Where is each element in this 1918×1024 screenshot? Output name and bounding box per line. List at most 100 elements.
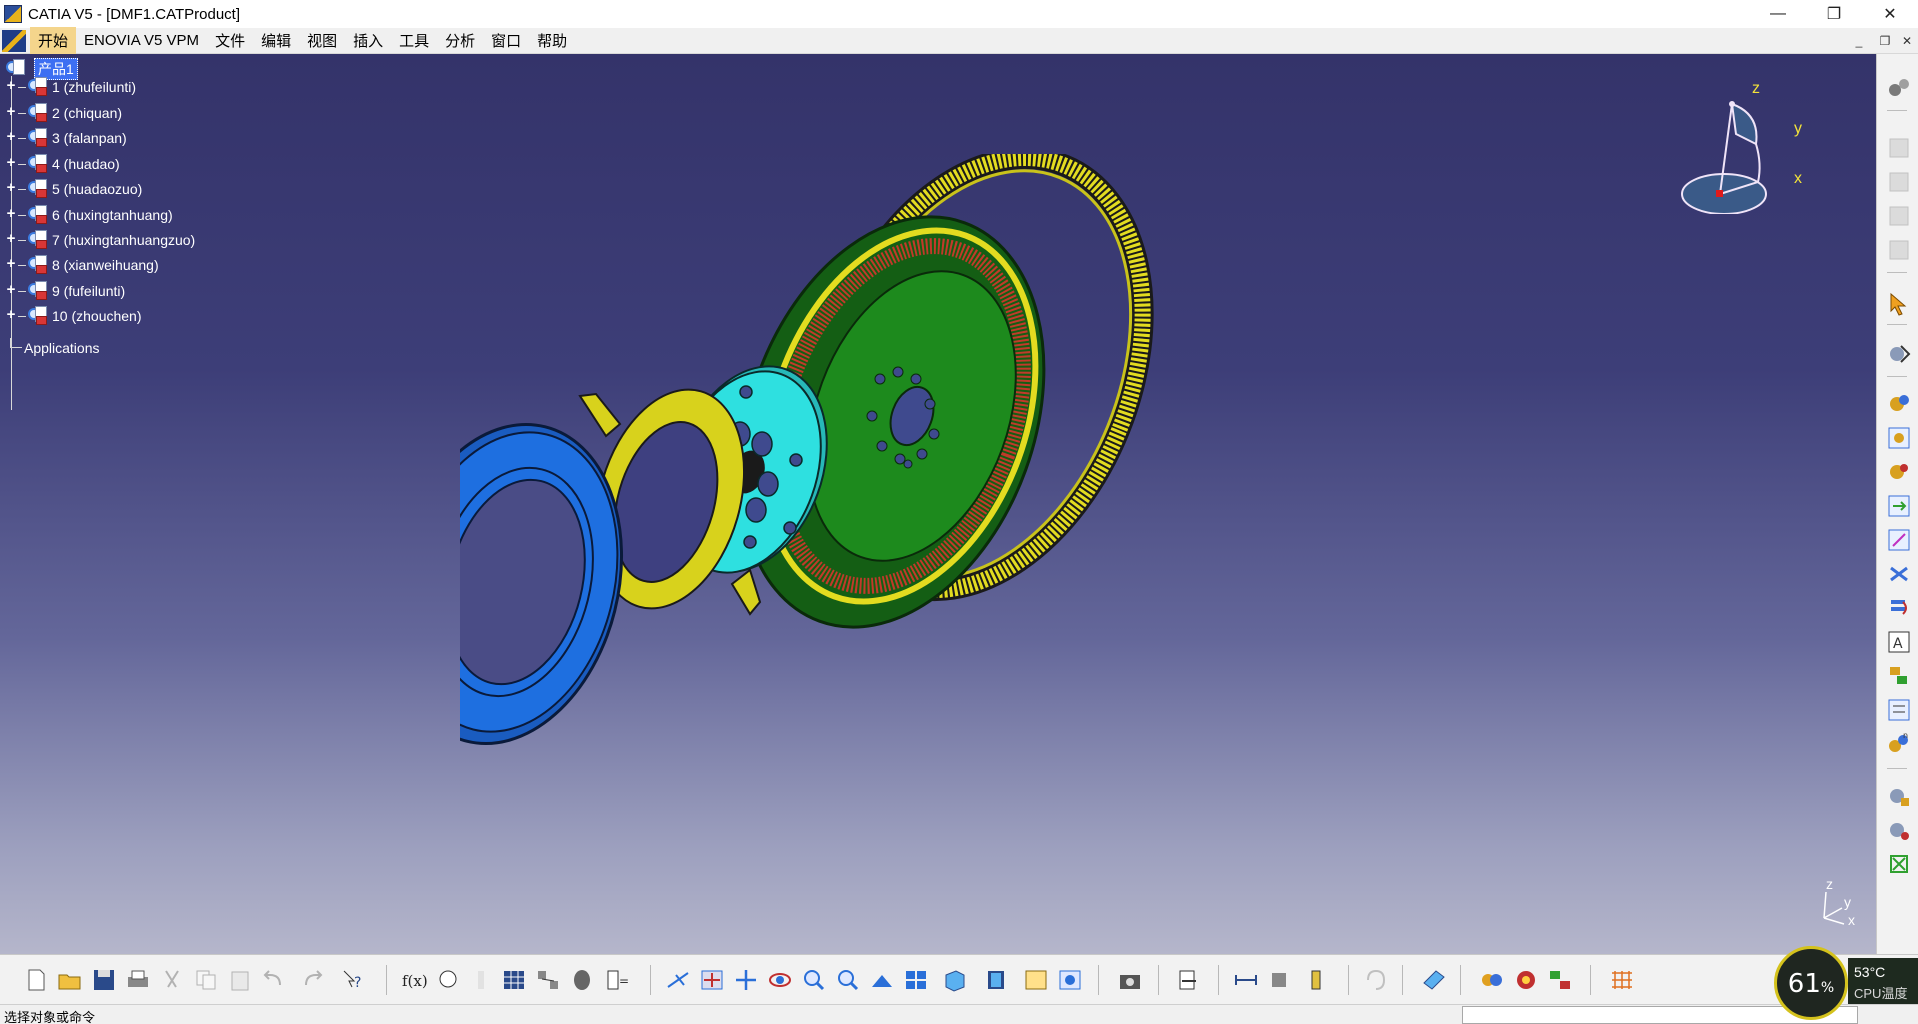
expand-plus-icon[interactable]: + [4, 155, 18, 171]
scene-icon[interactable] [1512, 967, 1540, 993]
multi-instantiation-icon[interactable]: n [1885, 730, 1913, 758]
close-button[interactable]: ✕ [1862, 0, 1918, 28]
3d-model-assembly[interactable] [388, 146, 1360, 914]
fix-component-icon[interactable] [1885, 782, 1913, 810]
document-close-button[interactable]: ✕ [1896, 30, 1918, 52]
knowledge-advisor-icon[interactable] [434, 967, 462, 993]
menu-analysis[interactable]: 分析 [437, 27, 483, 54]
save-icon[interactable] [90, 967, 118, 993]
selective-load-icon[interactable] [1885, 662, 1913, 690]
capture-camera-icon[interactable] [1116, 967, 1144, 993]
tree-item-part[interactable]: + 1 (zhufeilunti) [4, 76, 136, 98]
measure-item-icon[interactable] [1266, 967, 1294, 993]
compass-widget[interactable]: z y x [1660, 74, 1820, 215]
tree-item-part[interactable]: + 5 (huadaozuo) [4, 178, 142, 200]
cut-icon[interactable] [158, 967, 186, 993]
redo-icon[interactable] [298, 967, 326, 993]
insert-part-icon[interactable] [1885, 458, 1913, 486]
menu-help[interactable]: 帮助 [529, 27, 575, 54]
rotate-icon[interactable] [766, 967, 794, 993]
generate-numbering-icon[interactable]: A [1885, 628, 1913, 656]
tree-item-part[interactable]: + 9 (fufeilunti) [4, 280, 125, 302]
select-arrow-icon[interactable] [1885, 290, 1913, 318]
tree-item-part[interactable]: + 2 (chiquan) [4, 102, 122, 124]
print-icon[interactable] [124, 967, 152, 993]
existing-positioning-icon[interactable] [1885, 526, 1913, 554]
menu-edit[interactable]: 编辑 [253, 27, 299, 54]
open-folder-icon[interactable] [56, 967, 84, 993]
update-icon[interactable] [1362, 967, 1390, 993]
expand-plus-icon[interactable]: + [4, 307, 18, 323]
update-constraints-icon[interactable] [1885, 850, 1913, 878]
menu-window[interactable]: 窗口 [483, 27, 529, 54]
expand-plus-icon[interactable]: + [4, 104, 18, 120]
compass-icon[interactable] [1660, 74, 1820, 215]
swap-visible-space-icon[interactable] [1056, 967, 1084, 993]
quick-select-icon[interactable]: = [602, 967, 630, 993]
tree-item-applications[interactable]: Applications [10, 338, 100, 356]
3d-viewport[interactable]: 产品1 + 1 (zhufeilunti) + 2 (chiquan) + 3 … [0, 54, 1876, 954]
formula-icon[interactable]: f(x) [400, 967, 428, 993]
expand-plus-icon[interactable]: + [4, 231, 18, 247]
menu-enovia[interactable]: ENOVIA V5 VPM [76, 29, 207, 52]
menu-start[interactable]: 开始 [30, 27, 77, 54]
catalog-browser-icon[interactable] [534, 967, 562, 993]
expand-plus-icon[interactable]: + [4, 78, 18, 94]
measure-between-icon[interactable] [1232, 967, 1260, 993]
expand-plus-icon[interactable]: + [4, 129, 18, 145]
grid-icon[interactable] [1608, 967, 1636, 993]
fly-mode-icon[interactable] [664, 967, 692, 993]
existing-component-icon[interactable] [1885, 492, 1913, 520]
whats-this-help-icon[interactable]: ? [340, 967, 368, 993]
constraint-icon[interactable] [1885, 134, 1913, 162]
tree-item-part[interactable]: + 8 (xianweihuang) [4, 254, 159, 276]
render-style-icon[interactable] [1478, 967, 1506, 993]
shading-icon[interactable] [982, 967, 1010, 993]
menu-tools[interactable]: 工具 [391, 27, 437, 54]
tree-item-part[interactable]: + 7 (huxingtanhuangzuo) [4, 229, 195, 251]
constraint-icon[interactable] [1885, 236, 1913, 264]
publish-icon[interactable] [1174, 967, 1202, 993]
material-icon[interactable] [568, 967, 596, 993]
expand-plus-icon[interactable]: + [4, 206, 18, 222]
sketch-plane-icon[interactable] [1420, 967, 1448, 993]
tree-item-part[interactable]: + 6 (huxingtanhuang) [4, 204, 173, 226]
paste-icon[interactable] [226, 967, 254, 993]
constraint-icon[interactable] [1885, 202, 1913, 230]
zoom-out-icon[interactable] [834, 967, 862, 993]
copy-icon[interactable] [192, 967, 220, 993]
pan-icon[interactable] [732, 967, 760, 993]
tree-item-part[interactable]: + 3 (falanpan) [4, 127, 127, 149]
normal-view-icon[interactable] [868, 967, 896, 993]
maximize-button[interactable]: ❐ [1806, 0, 1862, 28]
insert-product-icon[interactable] [1885, 424, 1913, 452]
zoom-in-icon[interactable] [800, 967, 828, 993]
bill-of-materials-icon[interactable] [1546, 967, 1574, 993]
workbench-gears-icon[interactable] [1885, 74, 1913, 102]
hide-show-icon[interactable] [1022, 967, 1050, 993]
fix-together-icon[interactable] [1885, 816, 1913, 844]
insert-component-icon[interactable] [1885, 390, 1913, 418]
manage-representations-icon[interactable] [1885, 696, 1913, 724]
new-document-icon[interactable] [22, 967, 50, 993]
expand-plus-icon[interactable]: + [4, 180, 18, 196]
minimize-button[interactable]: — [1750, 0, 1806, 28]
isometric-view-icon[interactable] [940, 967, 968, 993]
constraint-icon[interactable] [1885, 168, 1913, 196]
multi-view-icon[interactable] [902, 967, 930, 993]
undo-icon[interactable] [260, 967, 288, 993]
document-restore-button[interactable]: ❐ [1874, 30, 1896, 52]
fit-all-in-icon[interactable] [698, 967, 726, 993]
document-minimize-button[interactable]: _ [1848, 30, 1870, 52]
menu-insert[interactable]: 插入 [345, 27, 391, 54]
tree-item-part[interactable]: + 4 (huadao) [4, 153, 120, 175]
graph-tree-reordering-icon[interactable] [1885, 594, 1913, 622]
menu-view[interactable]: 视图 [299, 27, 345, 54]
measure-inertia-icon[interactable] [1302, 967, 1330, 993]
design-table-icon[interactable] [468, 967, 496, 993]
expand-plus-icon[interactable]: + [4, 282, 18, 298]
replace-component-icon[interactable] [1885, 560, 1913, 588]
move-component-icon[interactable] [1885, 340, 1913, 368]
table-icon[interactable] [500, 967, 528, 993]
tree-item-part[interactable]: + 10 (zhouchen) [4, 305, 142, 327]
